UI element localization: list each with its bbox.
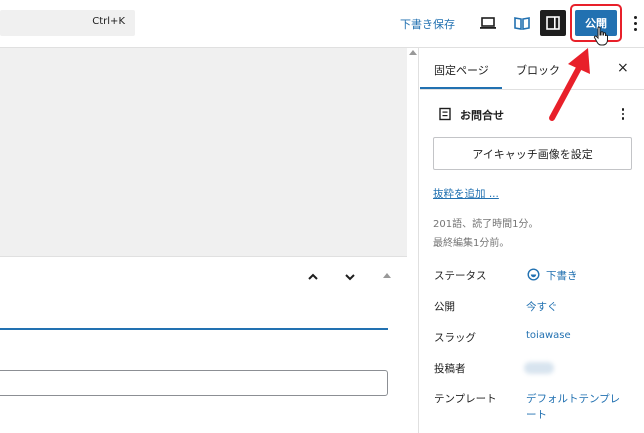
canvas-scrollbar[interactable] xyxy=(407,48,419,433)
command-shortcut: Ctrl+K xyxy=(92,16,125,27)
save-draft-button[interactable]: 下書き保存 xyxy=(400,16,455,32)
collapse-toggle-icon[interactable] xyxy=(383,273,391,278)
scroll-up-arrow[interactable] xyxy=(409,50,417,55)
hand-cursor-icon xyxy=(593,26,608,46)
close-sidebar-button[interactable]: × xyxy=(617,60,629,76)
publish-date-label: 公開 xyxy=(434,301,455,313)
meta-text-input[interactable] xyxy=(0,370,388,396)
publish-date-button[interactable]: 今すぐ xyxy=(526,299,558,314)
template-button[interactable]: デフォルトテンプレート xyxy=(526,391,626,423)
template-label: テンプレート xyxy=(434,393,497,405)
author-label: 投稿者 xyxy=(434,363,466,375)
options-menu-button[interactable] xyxy=(630,12,640,34)
document-icon xyxy=(439,107,451,121)
book-icon xyxy=(514,17,530,30)
move-up-icon[interactable] xyxy=(306,270,320,284)
sidebar-panel-icon xyxy=(546,16,560,30)
word-count-text: 201語、読了時間1分。 xyxy=(433,219,539,230)
tab-page[interactable]: 固定ページ xyxy=(434,62,489,78)
author-value-blurred[interactable] xyxy=(524,362,554,374)
draft-status-icon xyxy=(527,268,540,281)
add-excerpt-link[interactable]: 抜粋を追加 ... xyxy=(433,186,499,201)
more-vertical-icon xyxy=(633,15,637,19)
slug-label: スラッグ xyxy=(434,332,476,344)
desktop-icon xyxy=(480,17,496,29)
preview-button[interactable] xyxy=(476,11,500,35)
document-title: お問合せ xyxy=(460,109,504,122)
more-vertical-icon xyxy=(621,108,625,111)
status-value-button[interactable]: 下書き xyxy=(546,268,578,283)
command-palette-button[interactable]: Ctrl+K xyxy=(0,10,135,36)
set-featured-image-button[interactable]: アイキャッチ画像を設定 xyxy=(433,137,632,170)
last-edited-text: 最終編集1分前。 xyxy=(433,238,510,249)
meta-box-tab-underline xyxy=(0,328,388,330)
editor-canvas[interactable] xyxy=(0,48,407,256)
slug-button[interactable]: toiawase xyxy=(526,330,571,341)
status-label: ステータス xyxy=(434,270,487,282)
document-actions-button[interactable] xyxy=(621,106,625,122)
move-down-icon[interactable] xyxy=(343,270,357,284)
